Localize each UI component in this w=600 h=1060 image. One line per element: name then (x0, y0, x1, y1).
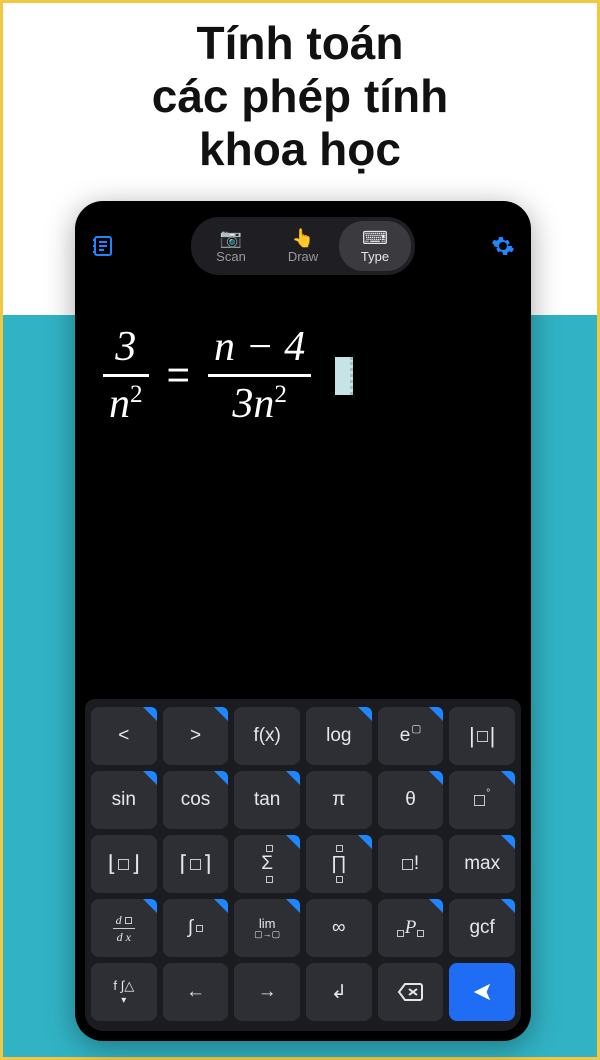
key-infty[interactable]: ∞ (306, 899, 372, 957)
key-log-label: log (326, 725, 351, 747)
notes-icon[interactable] (85, 228, 121, 264)
key-max[interactable]: max (449, 835, 515, 893)
camera-icon: 📷 (220, 229, 242, 247)
key-pi[interactable]: π (306, 771, 372, 829)
key-tan[interactable]: tan (234, 771, 300, 829)
key-degree[interactable]: ° (449, 771, 515, 829)
key-fx-label: f(x) (253, 725, 280, 747)
eq-right-numerator: n − 4 (208, 325, 311, 369)
key-left-label: ← (186, 981, 205, 1003)
segment-type-label: Type (361, 249, 389, 264)
key-submit-label (471, 981, 493, 1003)
eq-equals: = (167, 353, 190, 398)
equation-right-fraction: n − 4 3n2 (208, 325, 311, 426)
segment-scan[interactable]: 📷 Scan (195, 221, 267, 271)
key-degree-label: ° (474, 795, 490, 806)
equation-left-fraction: 3 n2 (103, 325, 149, 426)
key-prod-label: ∏ (331, 853, 347, 875)
key-newline-label: ↲ (331, 981, 347, 1004)
key-sigma-label: Σ (261, 853, 273, 875)
key-max-label: max (464, 853, 500, 875)
key-gt-label: > (190, 725, 201, 747)
key-abs-label: || (468, 723, 496, 749)
eq-right-denominator: 3n2 (226, 382, 293, 426)
key-factorial-label: ! (402, 853, 419, 875)
segment-scan-label: Scan (216, 249, 246, 264)
key-theta[interactable]: θ (378, 771, 444, 829)
key-lt[interactable]: < (91, 707, 157, 765)
key-limit[interactable]: lim▢→▢ (234, 899, 300, 957)
eq-left-numerator: 3 (109, 325, 142, 369)
key-integral-label: ∫ (188, 917, 203, 939)
key-prod[interactable]: ∏ (306, 835, 372, 893)
text-cursor (335, 357, 353, 395)
key-pi-label: π (332, 789, 345, 811)
key-more-label: f ∫△▾ (113, 978, 134, 1006)
equation-editor[interactable]: 3 n2 = n − 4 3n2 (85, 277, 521, 440)
key-sin-label: sin (112, 789, 136, 811)
segment-draw[interactable]: 👆 Draw (267, 221, 339, 271)
key-backspace[interactable] (378, 963, 444, 1021)
gear-icon[interactable] (485, 228, 521, 264)
top-bar: 📷 Scan 👆 Draw ⌨ Type (85, 215, 521, 277)
key-infty-label: ∞ (332, 917, 346, 939)
hand-icon: 👆 (292, 229, 314, 247)
keyboard-icon: ⌨ (362, 229, 388, 247)
key-cos[interactable]: cos (163, 771, 229, 829)
key-deriv[interactable]: d d x (91, 899, 157, 957)
key-sigma[interactable]: Σ (234, 835, 300, 893)
key-ceil[interactable]: ⌈⌉ (163, 835, 229, 893)
key-limit-label: lim▢→▢ (254, 917, 280, 939)
key-lt-label: < (118, 725, 129, 747)
phone-frame: 📷 Scan 👆 Draw ⌨ Type 3 n2 (75, 201, 531, 1041)
key-submit[interactable] (449, 963, 515, 1021)
promo-headline: Tính toán các phép tính khoa học (3, 3, 597, 176)
math-keyboard: < > f(x) log e▢ || sin cos tan π θ ° ⌊⌋ ⌈⌉ Σ ∏! max d d x… (85, 699, 521, 1031)
key-integral[interactable]: ∫ (163, 899, 229, 957)
key-sin[interactable]: sin (91, 771, 157, 829)
key-tan-label: tan (254, 789, 280, 811)
key-gcf-label: gcf (469, 917, 494, 939)
key-fx[interactable]: f(x) (234, 707, 300, 765)
key-more[interactable]: f ∫△▾ (91, 963, 157, 1021)
segment-type[interactable]: ⌨ Type (339, 221, 411, 271)
key-backspace-label (397, 982, 423, 1002)
key-log[interactable]: log (306, 707, 372, 765)
key-cos-label: cos (181, 789, 211, 811)
key-right[interactable]: → (234, 963, 300, 1021)
key-epow[interactable]: e▢ (378, 707, 444, 765)
key-right-label: → (258, 981, 277, 1003)
key-floor[interactable]: ⌊⌋ (91, 835, 157, 893)
key-theta-label: θ (405, 789, 416, 811)
key-newline[interactable]: ↲ (306, 963, 372, 1021)
key-permute-label: P (397, 917, 425, 939)
key-ceil-label: ⌈⌉ (178, 851, 212, 877)
eq-left-denominator: n2 (103, 382, 149, 426)
key-epow-label: e▢ (400, 725, 421, 747)
key-floor-label: ⌊⌋ (107, 851, 141, 877)
key-permute[interactable]: P (378, 899, 444, 957)
key-gt[interactable]: > (163, 707, 229, 765)
key-left[interactable]: ← (163, 963, 229, 1021)
key-abs[interactable]: || (449, 707, 515, 765)
key-deriv-label: d d x (113, 914, 135, 943)
key-gcf[interactable]: gcf (449, 899, 515, 957)
input-mode-segmented: 📷 Scan 👆 Draw ⌨ Type (191, 217, 415, 275)
segment-draw-label: Draw (288, 249, 318, 264)
key-factorial[interactable]: ! (378, 835, 444, 893)
